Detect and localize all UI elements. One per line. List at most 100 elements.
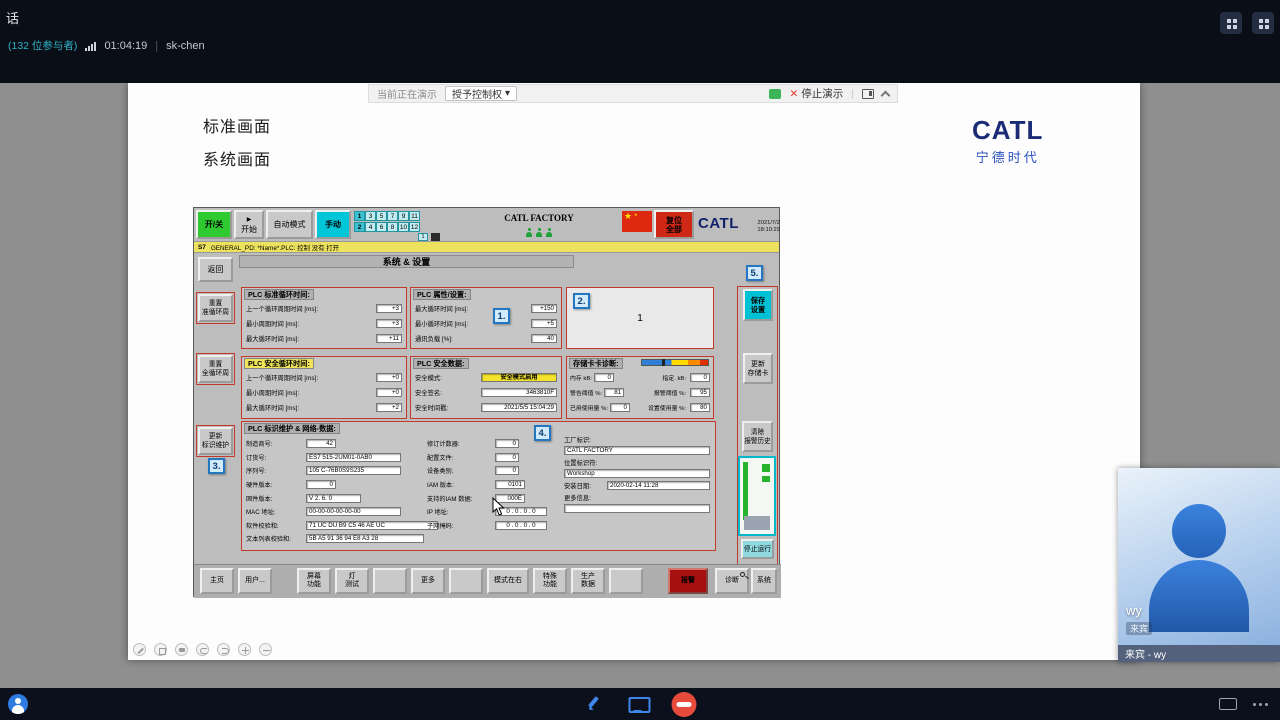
hmi-clear-alarm-history-button[interactable]: 清除 报警历史 (742, 421, 773, 452)
row-label: 配置文件: (427, 454, 454, 462)
profile-avatar-icon[interactable] (8, 694, 28, 714)
memcard-usage-slider[interactable] (641, 359, 709, 366)
undo-icon[interactable] (196, 643, 209, 656)
row-label: 指定. kB: (662, 376, 686, 382)
station-cell[interactable]: 1 (354, 211, 365, 221)
redo-icon[interactable] (217, 643, 230, 656)
station-cell[interactable]: 5 (376, 211, 387, 221)
chat-icon[interactable] (769, 88, 782, 99)
hmi-btn-diagnostics[interactable]: 诊断 (715, 568, 749, 594)
hmi-reset-all-cycle-button[interactable]: 重置 全循环周 (196, 353, 235, 385)
shape-tool-icon[interactable] (154, 643, 167, 656)
row-value: 0 (306, 480, 336, 490)
station-cell[interactable]: 4 (365, 222, 376, 232)
row-label: 内存 kB: (570, 376, 592, 382)
ident-right-column: 工厂标识: CATL FACTORY 位置标识符: Workshop 安装日期:… (564, 435, 712, 513)
window-title: 话 (6, 11, 20, 26)
hmi-btn-screen-functions[interactable]: 屏幕 功能 (297, 568, 331, 594)
location-id-field: Workshop (564, 469, 710, 478)
row-value: 00-00-00-00-00-00 (306, 507, 401, 517)
row-value: 80 (690, 403, 710, 412)
plc-status-text: GENERAL_PD: *Name*.PLC: 控制 没有 打开 (210, 244, 340, 252)
layout-panel-icon[interactable] (862, 88, 874, 99)
hmi-update-memcard-button[interactable]: 更新 存储卡 (743, 353, 773, 384)
hmi-reset-all-button[interactable]: 复位 全部 (654, 210, 694, 239)
participant-video-tile[interactable]: wy 来宾 来宾 - wy (1118, 468, 1280, 662)
zoom-out-icon[interactable] (259, 643, 272, 656)
catl-logo: CATL 宁德时代 (972, 115, 1043, 166)
panel-toggle-icon[interactable] (1219, 698, 1237, 710)
hmi-btn-mode[interactable]: 模式在右 (487, 568, 529, 594)
hmi-btn-lamp-test[interactable]: 灯测试 (335, 568, 369, 594)
hmi-auto-mode-button[interactable]: 自动模式 (266, 210, 313, 239)
magnifier-icon (740, 572, 745, 577)
layout-grid-icon[interactable] (1220, 12, 1242, 34)
hmi-btn-home[interactable]: 主页 (200, 568, 234, 594)
hmi-btn-production-data[interactable]: 生产 数据 (571, 568, 605, 594)
station-cell[interactable]: 7 (387, 211, 398, 221)
hmi-btn-alarm[interactable]: 报警 (668, 568, 708, 594)
hmi-btn-system[interactable]: 系统 (751, 568, 777, 594)
hmi-save-settings-button[interactable]: 保存 设置 (743, 289, 773, 321)
row-value: 2021/5/5 15:04:29 (481, 403, 557, 412)
row-value: 0 (609, 403, 630, 412)
row-value: V 2. 6. 0 (306, 493, 361, 503)
memory-card-graphic (738, 456, 776, 536)
hmi-update-ident-button[interactable]: 更新 标识维护 (196, 425, 235, 457)
row-value: 5B A5 91 36 94 E8 A3 28 (306, 534, 424, 544)
participants-count[interactable]: (132 位参与者) (8, 38, 77, 53)
row-label: 安全模式: (415, 375, 442, 382)
doc-link-standard-screen: 标准画面 (203, 119, 272, 136)
hmi-reset-std-cycle-button[interactable]: 重置 准循环周 (196, 292, 235, 324)
annotation-marker-5: 5. (746, 265, 763, 281)
pen-tool-icon[interactable] (133, 643, 146, 656)
row-label: 制造商号: (246, 441, 273, 449)
collapse-toolbar-icon[interactable] (880, 90, 891, 100)
right-controls (1219, 688, 1268, 720)
station-extra-cell[interactable]: 1 (418, 233, 428, 241)
station-cell[interactable]: 10 (398, 222, 409, 232)
hmi-stop-run-button[interactable]: 停止运行 (741, 539, 774, 559)
hmi-datetime: 2021/7/2 18:10:29 (757, 220, 780, 233)
hmi-start-button[interactable]: ▶ 开始 (234, 210, 264, 239)
station-cell[interactable]: 8 (387, 222, 398, 232)
row-value: +5 (531, 319, 557, 328)
grant-control-button[interactable]: 授予控制权 ▾ (445, 86, 518, 101)
panel-title: PLC 属性/设置: (413, 289, 471, 300)
participant-name: wy (1126, 603, 1142, 618)
hmi-btn-blank-1[interactable] (373, 568, 407, 594)
station-cell[interactable]: 3 (365, 211, 376, 221)
stop-presenting-button[interactable]: ✕ 停止演示 (789, 86, 843, 101)
zoom-in-icon[interactable] (238, 643, 251, 656)
popout-window-icon[interactable] (1252, 12, 1274, 34)
annotation-marker-3: 3. (208, 458, 225, 474)
panel-title: PLC 标准循环时间: (244, 289, 314, 300)
station-cell[interactable]: 12 (409, 222, 420, 232)
china-flag-icon: ★ ★ (622, 211, 652, 232)
hmi-btn-users[interactable]: 用户... (238, 568, 272, 594)
row-label: 上一个循环周期时间 [ms]: (246, 375, 319, 382)
hmi-manual-button[interactable]: 手动 (315, 210, 351, 239)
hmi-back-button[interactable]: 返回 (198, 257, 233, 282)
doc-link-system-screen: 系统画面 (203, 152, 272, 169)
share-screen-icon[interactable] (628, 694, 651, 714)
row-value: 0 . 0 . 0 . 0 (495, 520, 547, 530)
hmi-btn-more[interactable]: 更多 (411, 568, 445, 594)
row-label: 安装日期: (564, 483, 591, 490)
hmi-power-button[interactable]: 开/关 (196, 210, 232, 239)
station-cell[interactable]: 11 (409, 211, 420, 221)
eraser-tool-icon[interactable] (175, 643, 188, 656)
center-controls (584, 688, 697, 720)
station-cell[interactable]: 9 (398, 211, 409, 221)
annotate-pen-icon[interactable] (584, 694, 604, 714)
end-call-button[interactable] (671, 691, 697, 717)
annotation-marker-2: 2. (573, 293, 590, 309)
more-options-icon[interactable] (1253, 702, 1256, 706)
row-label: 已用使用量 %: (570, 406, 608, 412)
station-cell[interactable]: 2 (354, 222, 365, 232)
hmi-btn-blank-3[interactable] (609, 568, 643, 594)
hmi-btn-special-functions[interactable]: 特殊 功能 (533, 568, 567, 594)
station-cell[interactable]: 6 (376, 222, 387, 232)
hmi-btn-blank-2[interactable] (449, 568, 483, 594)
station-grid-row-2: 2 4 6 8 10 12 (354, 222, 420, 232)
